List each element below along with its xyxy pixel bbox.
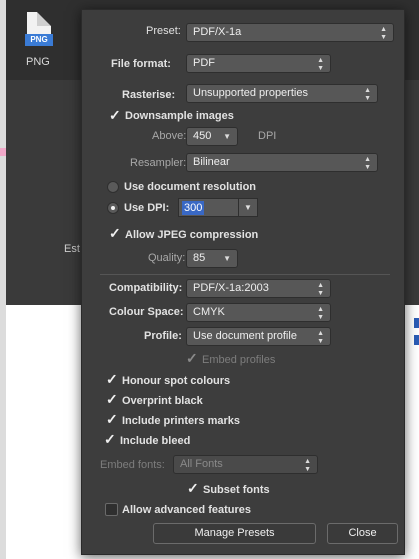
embed-profiles-label: Embed profiles (202, 354, 276, 366)
use-dpi-radio[interactable] (107, 202, 119, 214)
printers-marks-checkbox[interactable]: ✓ (106, 412, 118, 426)
subset-fonts-label: Subset fonts (203, 484, 270, 496)
file-format-select[interactable]: PDF ▲ ▼ (186, 54, 331, 73)
use-dpi-label: Use DPI: (124, 202, 170, 214)
png-file-icon[interactable]: PNG (23, 12, 57, 52)
colour-space-label: Colour Space: (109, 306, 184, 318)
honour-spot-colours-checkbox[interactable]: ✓ (106, 372, 118, 386)
dpi-input[interactable]: 300 ▼ (178, 198, 258, 217)
downsample-checkbox[interactable]: ✓ (109, 108, 121, 122)
use-document-resolution-radio[interactable] (107, 181, 119, 193)
quality-select[interactable]: 85 ▼ (186, 249, 238, 268)
close-button[interactable]: Close (327, 523, 398, 544)
preset-select[interactable]: PDF/X-1a ▲ ▼ (186, 23, 394, 42)
preset-label: Preset: (146, 25, 181, 37)
subset-fonts-checkbox[interactable]: ✓ (187, 481, 199, 495)
profile-select[interactable]: Use document profile ▲ ▼ (186, 327, 331, 346)
background-partial-text: Est (64, 243, 80, 255)
updown-arrows-icon: ▲ ▼ (317, 57, 324, 72)
dpi-unit-label: DPI (258, 130, 277, 142)
embed-profiles-checkbox[interactable]: ✓ (186, 351, 198, 365)
resampler-select[interactable]: Bilinear ▲ ▼ (186, 153, 378, 172)
separator (100, 274, 390, 275)
updown-arrows-icon: ▲ ▼ (364, 87, 371, 102)
jpeg-compression-checkbox[interactable]: ✓ (109, 226, 121, 240)
printers-marks-label: Include printers marks (122, 415, 240, 427)
export-options-panel: Preset: PDF/X-1a ▲ ▼ File format: PDF ▲ ▼ Ra… (81, 9, 405, 555)
downsample-label: Downsample images (125, 110, 234, 122)
updown-arrows-icon: ▲ ▼ (380, 26, 387, 41)
png-tag: PNG (25, 34, 53, 46)
use-document-resolution-label: Use document resolution (124, 181, 257, 193)
updown-arrows-icon: ▲ ▼ (304, 458, 311, 473)
dpi-value[interactable]: 300 (182, 201, 205, 215)
resampler-label: Resampler: (130, 157, 187, 169)
updown-arrows-icon: ▲ ▼ (317, 330, 324, 345)
include-bleed-checkbox[interactable]: ✓ (104, 432, 116, 446)
background-mark (414, 335, 419, 345)
above-dpi-select[interactable]: 450 ▼ (186, 127, 238, 146)
profile-label: Profile: (144, 330, 182, 342)
background-mark (414, 318, 419, 328)
advanced-features-checkbox[interactable] (105, 503, 118, 516)
chevron-down-icon[interactable]: ▼ (238, 199, 257, 216)
overprint-black-checkbox[interactable]: ✓ (106, 392, 118, 406)
rasterise-label: Rasterise: (122, 89, 176, 101)
updown-arrows-icon: ▲ ▼ (364, 156, 371, 171)
format-label: PNG (26, 56, 50, 68)
honour-spot-colours-label: Honour spot colours (122, 375, 231, 387)
colour-space-select[interactable]: CMYK ▲ ▼ (186, 303, 331, 322)
quality-label: Quality: (148, 252, 186, 264)
manage-presets-button[interactable]: Manage Presets (153, 523, 316, 544)
overprint-black-label: Overprint black (122, 395, 203, 407)
jpeg-compression-label: Allow JPEG compression (125, 229, 259, 241)
chevron-down-icon: ▼ (223, 132, 231, 141)
embed-fonts-label: Embed fonts: (100, 459, 165, 471)
include-bleed-label: Include bleed (120, 435, 191, 447)
file-format-label: File format: (111, 58, 171, 70)
above-label: Above: (152, 130, 187, 142)
updown-arrows-icon: ▲ ▼ (317, 282, 324, 297)
compatibility-label: Compatibility: (109, 282, 183, 294)
advanced-features-label: Allow advanced features (122, 504, 251, 516)
embed-fonts-select[interactable]: All Fonts ▲ ▼ (173, 455, 318, 474)
compatibility-select[interactable]: PDF/X-1a:2003 ▲ ▼ (186, 279, 331, 298)
rasterise-select[interactable]: Unsupported properties ▲ ▼ (186, 84, 378, 103)
chevron-down-icon: ▼ (223, 254, 231, 263)
updown-arrows-icon: ▲ ▼ (317, 306, 324, 321)
